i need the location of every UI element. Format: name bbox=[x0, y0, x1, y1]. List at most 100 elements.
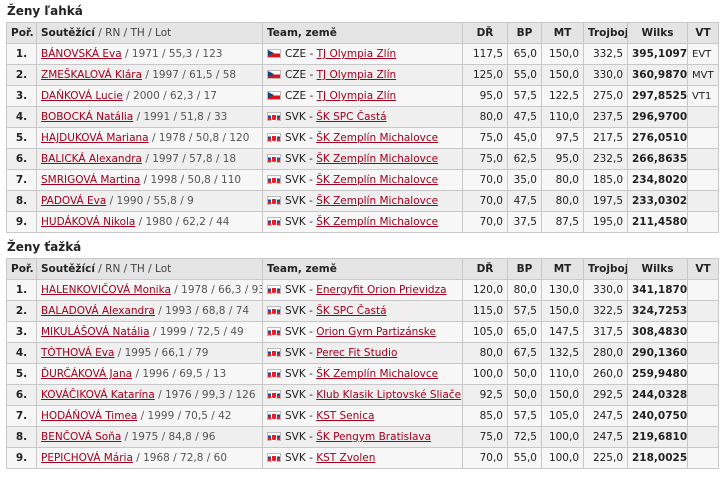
total-cell: 237,5 bbox=[583, 106, 628, 128]
table-row: 3. MIKULÁŠOVÁ Natália / 1999 / 72,5 / 49 S… bbox=[6, 321, 719, 343]
team-link[interactable]: Perec Fit Studio bbox=[316, 347, 397, 359]
competitor-cell: HALENKOVIČOVÁ Monika / 1978 / 66,3 / 93 bbox=[36, 279, 263, 301]
team-separator: - bbox=[305, 368, 317, 380]
bench-press-cell: 50,0 bbox=[507, 384, 542, 406]
header-team: Team, země bbox=[262, 22, 463, 44]
team-link[interactable]: KST Senica bbox=[316, 410, 374, 422]
bench-press-cell: 55,0 bbox=[507, 447, 542, 469]
country-code: SVK bbox=[285, 216, 306, 228]
team-link[interactable]: ŠK Zemplín Michalovce bbox=[316, 368, 438, 380]
competitor-link[interactable]: TÓTHOVÁ Eva bbox=[41, 347, 114, 359]
competitor-cell: SMRIGOVÁ Martina / 1998 / 50,8 / 110 bbox=[36, 169, 263, 191]
deadlift-cell: 80,0 bbox=[462, 342, 508, 364]
team-link[interactable]: ŠK SPC Častá bbox=[316, 305, 386, 317]
competitor-link[interactable]: PEPICHOVÁ Mária bbox=[41, 452, 133, 464]
team-link[interactable]: TJ Olympia Zlín bbox=[317, 69, 397, 81]
header-squat: MT bbox=[541, 258, 584, 280]
wilks-cell: 324,7253 bbox=[627, 300, 688, 322]
squat-cell: 150,0 bbox=[541, 64, 584, 86]
competitor-info: / 1995 / 66,1 / 79 bbox=[114, 347, 209, 359]
position-cell: 5. bbox=[6, 127, 37, 149]
total-cell: 197,5 bbox=[583, 190, 628, 212]
total-cell: 217,5 bbox=[583, 127, 628, 149]
team-link[interactable]: Klub Klasik Liptovské Sliače bbox=[316, 389, 461, 401]
header-deadlift-label: DŘ bbox=[476, 27, 494, 39]
team-separator: - bbox=[305, 174, 317, 186]
competitor-link[interactable]: BALADOVÁ Alexandra bbox=[41, 305, 155, 317]
competitor-info: / 1999 / 72,5 / 49 bbox=[149, 326, 244, 338]
team-link[interactable]: TJ Olympia Zlín bbox=[317, 90, 397, 102]
table-row: 1. BÁNOVSKÁ Eva / 1971 / 55,3 / 123 CZE - … bbox=[6, 43, 719, 65]
competitor-cell: PEPICHOVÁ Mária / 1968 / 72,8 / 60 bbox=[36, 447, 263, 469]
team-link[interactable]: KST Zvolen bbox=[316, 452, 375, 464]
competitor-link[interactable]: PADOVÁ Eva bbox=[41, 195, 106, 207]
team-separator: - bbox=[306, 90, 317, 102]
competitor-link[interactable]: HALENKOVIČOVÁ Monika bbox=[41, 284, 171, 296]
vt-cell bbox=[687, 190, 719, 212]
team-separator: - bbox=[305, 326, 317, 338]
slovak-flag-icon bbox=[267, 327, 281, 336]
team-link[interactable]: ŠK Zemplín Michalovce bbox=[316, 132, 438, 144]
team-link[interactable]: ŠK Zemplín Michalovce bbox=[316, 174, 438, 186]
competitor-link[interactable]: ĎURČÁKOVÁ Jana bbox=[41, 368, 132, 380]
competitor-link[interactable]: KOVÁČIKOVÁ Katarína bbox=[41, 389, 155, 401]
deadlift-cell: 92,5 bbox=[462, 384, 508, 406]
bench-press-cell: 57,5 bbox=[507, 405, 542, 427]
country-code: CZE bbox=[285, 48, 307, 60]
team-cell: SVK - ŠK Zemplín Michalovce bbox=[262, 190, 463, 212]
country-code: SVK bbox=[285, 284, 306, 296]
team-cell: SVK - Perec Fit Studio bbox=[262, 342, 463, 364]
position-cell: 1. bbox=[6, 43, 37, 65]
country-code: CZE bbox=[285, 90, 307, 102]
header-deadlift: DŘ bbox=[462, 22, 508, 44]
slovak-flag-icon bbox=[267, 348, 281, 357]
team-link[interactable]: Orion Gym Partizánske bbox=[316, 326, 436, 338]
slovak-flag-icon bbox=[267, 390, 281, 399]
vt-cell bbox=[687, 300, 719, 322]
wilks-cell: 308,4830 bbox=[627, 321, 688, 343]
competitor-link[interactable]: SMRIGOVÁ Martina bbox=[41, 174, 140, 186]
competitor-link[interactable]: BENČOVÁ Soňa bbox=[41, 431, 121, 443]
total-cell: 260,0 bbox=[583, 363, 628, 385]
slovak-flag-icon bbox=[267, 453, 281, 462]
competitor-link[interactable]: HUDÁKOVÁ Nikola bbox=[41, 216, 135, 228]
team-link[interactable]: ŠK Zemplín Michalovce bbox=[316, 153, 438, 165]
header-total-label: Trojboj bbox=[588, 263, 628, 275]
total-cell: 330,0 bbox=[583, 64, 628, 86]
vt-cell bbox=[687, 169, 719, 191]
competitor-link[interactable]: HODÁŇOVÁ Timea bbox=[41, 410, 137, 422]
header-bench-press: BP bbox=[507, 22, 542, 44]
team-cell: SVK - KST Senica bbox=[262, 405, 463, 427]
competitor-info: / 1978 / 50,8 / 120 bbox=[148, 132, 250, 144]
team-link[interactable]: ŠK SPC Častá bbox=[316, 111, 386, 123]
deadlift-cell: 117,5 bbox=[462, 43, 508, 65]
competitor-link[interactable]: HAJDUKOVÁ Mariana bbox=[41, 132, 149, 144]
team-link[interactable]: ŠK Zemplín Michalovce bbox=[316, 195, 438, 207]
competitor-cell: ĎURČÁKOVÁ Jana / 1996 / 69,5 / 13 bbox=[36, 363, 263, 385]
squat-cell: 100,0 bbox=[541, 426, 584, 448]
header-wilks: Wilks bbox=[627, 22, 688, 44]
squat-cell: 110,0 bbox=[541, 106, 584, 128]
header-competitor-label: Soutěžící bbox=[41, 27, 95, 39]
header-competitor-sub: / RN / TH / Lot bbox=[94, 263, 172, 275]
competitor-info: / 1991 / 51,8 / 33 bbox=[133, 111, 228, 123]
team-link[interactable]: ŠK Zemplín Michalovce bbox=[316, 216, 438, 228]
competitor-link[interactable]: BALICKÁ Alexandra bbox=[41, 153, 142, 165]
competitor-link[interactable]: ZMEŠKALOVÁ Klára bbox=[41, 69, 142, 81]
team-link[interactable]: TJ Olympia Zlín bbox=[317, 48, 397, 60]
competitor-link[interactable]: BÁNOVSKÁ Eva bbox=[41, 48, 122, 60]
category-title: Ženy ťažká bbox=[7, 240, 82, 254]
team-link[interactable]: Energyfit Orion Prievidza bbox=[316, 284, 446, 296]
wilks-cell: 341,1870 bbox=[627, 279, 688, 301]
total-cell: 225,0 bbox=[583, 447, 628, 469]
slovak-flag-icon bbox=[267, 411, 281, 420]
competitor-link[interactable]: MIKULÁŠOVÁ Natália bbox=[41, 326, 150, 338]
header-squat-label: MT bbox=[553, 27, 572, 39]
team-link[interactable]: ŠK Pengym Bratislava bbox=[316, 431, 431, 443]
competitor-cell: BOBOCKÁ Natália / 1991 / 51,8 / 33 bbox=[36, 106, 263, 128]
competitor-link[interactable]: BOBOCKÁ Natália bbox=[41, 111, 133, 123]
slovak-flag-icon bbox=[267, 133, 281, 142]
competitor-link[interactable]: DAŇKOVÁ Lucie bbox=[41, 90, 123, 102]
header-total: Trojboj bbox=[583, 258, 628, 280]
bench-press-cell: 80,0 bbox=[507, 279, 542, 301]
